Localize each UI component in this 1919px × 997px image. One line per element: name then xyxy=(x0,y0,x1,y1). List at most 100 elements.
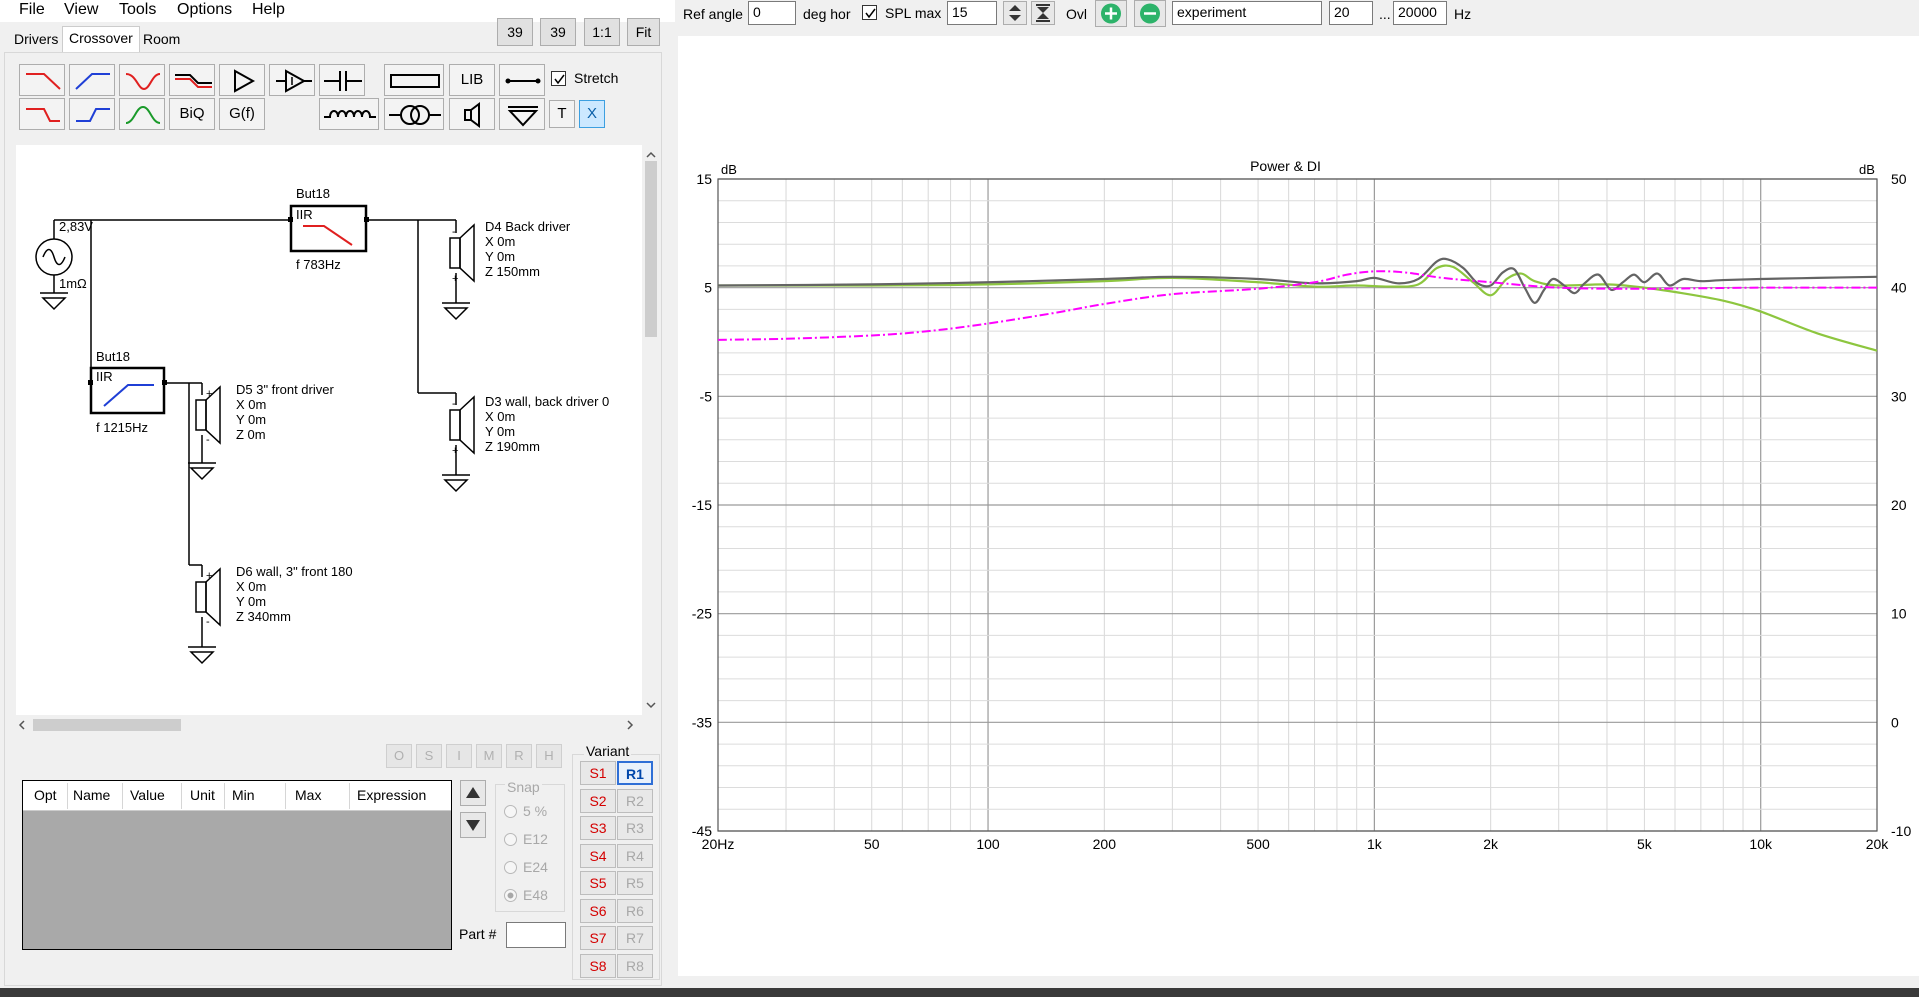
s-button[interactable]: S xyxy=(416,744,442,768)
optimize-button[interactable]: O xyxy=(386,744,412,768)
driver-d3-icon[interactable] xyxy=(449,409,461,441)
menu-options[interactable]: Options xyxy=(177,0,232,20)
resistor-button[interactable] xyxy=(384,64,444,96)
tab-crossover[interactable]: Crossover xyxy=(62,26,140,54)
driver-d5-icon[interactable] xyxy=(195,399,207,431)
variant-s3-button[interactable]: S3 xyxy=(580,816,616,840)
i-button[interactable]: I xyxy=(446,744,472,768)
move-up-button[interactable] xyxy=(460,780,486,806)
variant-r8-button[interactable]: R8 xyxy=(617,953,653,978)
parameter-table[interactable]: Opt Name Value Unit Min Max Expression xyxy=(22,780,452,950)
capacitor-button[interactable] xyxy=(319,64,365,96)
snap-option-5pct[interactable]: 5 % xyxy=(504,803,547,819)
column-expression[interactable]: Expression xyxy=(357,787,426,803)
driver-d3-name: D3 wall, back driver 0 xyxy=(485,394,609,409)
tab-drivers[interactable]: Drivers xyxy=(8,28,64,52)
schematic-horizontal-scrollbar[interactable] xyxy=(16,715,642,735)
y-tick-left-label: 5 xyxy=(704,280,712,296)
column-name[interactable]: Name xyxy=(73,787,110,803)
variant-s6-button[interactable]: S6 xyxy=(580,898,616,923)
bandpass-green-button[interactable] xyxy=(119,98,165,130)
driver-d4-icon[interactable] xyxy=(449,237,461,269)
column-value[interactable]: Value xyxy=(130,787,165,803)
stretch-checkbox[interactable] xyxy=(551,71,566,86)
part-number-input[interactable] xyxy=(506,922,566,948)
variant-r7-button[interactable]: R7 xyxy=(617,926,653,950)
overlay-name-input[interactable]: experiment xyxy=(1172,1,1322,25)
variant-r3-button[interactable]: R3 xyxy=(617,816,653,840)
variant-s8-button[interactable]: S8 xyxy=(580,953,616,978)
notch-red-button[interactable] xyxy=(119,64,165,96)
add-overlay-button[interactable] xyxy=(1095,0,1127,27)
lowpass-2-red-button[interactable] xyxy=(19,98,65,130)
r-button[interactable]: R xyxy=(506,744,532,768)
h-button[interactable]: H xyxy=(536,744,562,768)
library-button[interactable]: LIB xyxy=(449,64,495,96)
ground-icon xyxy=(507,106,539,127)
highpass-blue-icon xyxy=(76,108,110,122)
amplifier-button[interactable] xyxy=(219,64,265,96)
column-unit[interactable]: Unit xyxy=(190,787,215,803)
snap-option-e24[interactable]: E24 xyxy=(504,859,548,875)
column-min[interactable]: Min xyxy=(232,787,255,803)
minus-circle-icon xyxy=(1140,3,1160,24)
column-max[interactable]: Max xyxy=(295,787,321,803)
frequency-max-input[interactable]: 20000 xyxy=(1393,1,1447,25)
zoom-value-button-2[interactable]: 39 xyxy=(540,18,576,46)
y-tick-left-label: -35 xyxy=(692,714,712,730)
menu-tools[interactable]: Tools xyxy=(119,0,156,20)
speaker-button[interactable] xyxy=(449,98,495,130)
driver-d6-icon[interactable] xyxy=(195,581,207,613)
variant-r6-button[interactable]: R6 xyxy=(617,898,653,923)
variant-s7-button[interactable]: S7 xyxy=(580,926,616,950)
schematic-vertical-scrollbar[interactable] xyxy=(642,145,660,715)
menu-file[interactable]: File xyxy=(19,0,45,20)
variant-s2-button[interactable]: S2 xyxy=(580,788,616,813)
shelf-button[interactable] xyxy=(169,64,215,96)
inductor-button[interactable] xyxy=(319,98,379,130)
tab-room[interactable]: Room xyxy=(137,28,186,52)
transformer-button[interactable] xyxy=(384,98,444,130)
delete-x-button[interactable]: X xyxy=(579,100,605,128)
menu-help[interactable]: Help xyxy=(252,0,285,20)
wire-icon xyxy=(505,78,541,84)
biquad-button[interactable]: BiQ xyxy=(169,98,215,130)
transfer-function-button[interactable]: G(f) xyxy=(219,98,265,130)
variant-s1-button[interactable]: S1 xyxy=(580,761,616,785)
move-down-button[interactable] xyxy=(460,812,486,838)
variant-s4-button[interactable]: S4 xyxy=(580,843,616,868)
remove-overlay-button[interactable] xyxy=(1134,0,1166,27)
wire-button[interactable] xyxy=(499,64,545,96)
variant-r4-button[interactable]: R4 xyxy=(617,843,653,868)
highpass-blue-button[interactable] xyxy=(69,64,115,96)
ground-button[interactable] xyxy=(499,98,545,130)
variant-s5-button[interactable]: S5 xyxy=(580,871,616,895)
overlay-label: Ovl xyxy=(1066,6,1087,22)
spl-max-checkbox[interactable] xyxy=(862,5,877,20)
snap-option-e48[interactable]: E48 xyxy=(504,887,548,903)
variant-r2-button[interactable]: R2 xyxy=(617,788,653,813)
variant-r5-button[interactable]: R5 xyxy=(617,871,653,895)
highpass-2-blue-button[interactable] xyxy=(69,98,115,130)
column-opt[interactable]: Opt xyxy=(34,787,57,803)
buffer-button[interactable] xyxy=(269,64,315,96)
spl-auto-button[interactable] xyxy=(1031,1,1055,25)
snap-option-e12[interactable]: E12 xyxy=(504,831,548,847)
driver-d3-x: X 0m xyxy=(485,409,515,424)
ref-angle-input[interactable]: 0 xyxy=(748,1,796,25)
lowpass-red-button[interactable] xyxy=(19,64,65,96)
m-button[interactable]: M xyxy=(476,744,502,768)
spl-max-input[interactable]: 15 xyxy=(947,1,997,25)
power-di-plot[interactable]: Power & DI dB dB 15 5 -5 -15 -25 -35 -45 50 40 30 20 1… xyxy=(678,36,1919,976)
y-tick-right-label: 50 xyxy=(1891,171,1907,187)
spl-updown-button[interactable] xyxy=(1003,1,1027,25)
schematic-canvas[interactable]: - + - + + - + - 2,83V 1mΩ But18 IIR f 783Hz … xyxy=(16,145,642,715)
variant-r1-button[interactable]: R1 xyxy=(617,761,653,785)
frequency-min-input[interactable]: 20 xyxy=(1329,1,1373,25)
menu-view[interactable]: View xyxy=(64,0,98,20)
zoom-fit-button[interactable]: Fit xyxy=(627,18,660,46)
text-tool-button[interactable]: T xyxy=(549,100,575,128)
zoom-1to1-button[interactable]: 1:1 xyxy=(584,18,620,46)
zoom-value-button-1[interactable]: 39 xyxy=(497,18,533,46)
resistor-icon xyxy=(390,74,440,88)
